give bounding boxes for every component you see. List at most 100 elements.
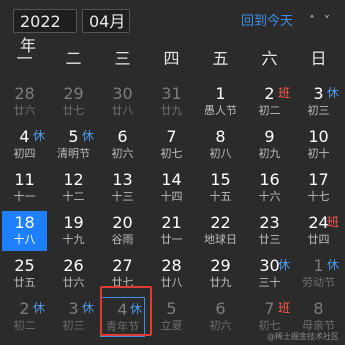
lunar-or-festival-label: 初三	[307, 104, 330, 117]
day-cell[interactable]: 16 十六	[247, 168, 292, 208]
day-cell[interactable]: 20 谷雨	[100, 211, 145, 251]
day-cell[interactable]: 1 愚人节	[198, 82, 243, 122]
lunar-or-festival-label: 十五	[209, 190, 232, 203]
annotation-highlight-box	[100, 286, 152, 336]
day-cell[interactable]: 30 三十休	[247, 254, 292, 294]
day-number: 14	[161, 170, 182, 189]
lunar-or-festival-label: 初六	[111, 147, 134, 160]
lunar-or-festival-label: 谷雨	[111, 233, 134, 246]
day-cell[interactable]: 15 十五	[198, 168, 243, 208]
chevron-up-icon[interactable]: ˄	[309, 12, 315, 30]
day-cell[interactable]: 21 廿一	[149, 211, 194, 251]
day-number: 10	[308, 127, 329, 146]
lunar-or-festival-label: 廿四	[307, 233, 330, 246]
day-cell[interactable]: 26 廿六	[51, 254, 96, 294]
lunar-or-festival-label: 初二	[13, 319, 36, 332]
day-cell[interactable]: 4 初四休	[2, 125, 47, 165]
day-cell[interactable]: 3 初三休	[296, 82, 341, 122]
day-cell[interactable]: 22 地球日	[198, 211, 243, 251]
lunar-or-festival-label: 初十	[307, 147, 330, 160]
day-cell[interactable]: 5 清明节休	[51, 125, 96, 165]
day-cell[interactable]: 5 立夏	[149, 297, 194, 337]
workday-badge: 班	[326, 215, 339, 229]
day-number: 8	[313, 299, 324, 318]
day-cell[interactable]: 1 劳动节休	[296, 254, 341, 294]
day-number: 29	[63, 84, 84, 103]
day-cell-today[interactable]: 18 十八	[2, 211, 47, 251]
lunar-or-festival-label: 廿一	[160, 233, 183, 246]
day-cell[interactable]: 12 十二	[51, 168, 96, 208]
lunar-or-festival-label: 初八	[209, 147, 232, 160]
day-number: 5	[166, 299, 177, 318]
day-cell[interactable]: 23 廿三	[247, 211, 292, 251]
day-cell[interactable]: 10 初十	[296, 125, 341, 165]
day-cell[interactable]: 30 廿八	[100, 82, 145, 122]
lunar-or-festival-label: 愚人节	[204, 104, 237, 117]
lunar-or-festival-label: 初九	[258, 147, 281, 160]
holiday-badge: 休	[326, 258, 339, 272]
lunar-or-festival-label: 廿三	[258, 233, 281, 246]
lunar-or-festival-label: 十三	[111, 190, 134, 203]
day-cell[interactable]: 2 初二休	[2, 297, 47, 337]
day-number: 6	[117, 127, 128, 146]
weekday-header: 一二三四五六日	[0, 42, 345, 76]
day-cell[interactable]: 17 十七	[296, 168, 341, 208]
lunar-or-festival-label: 十四	[160, 190, 183, 203]
day-cell[interactable]: 14 十四	[149, 168, 194, 208]
weekday-label: 二	[65, 49, 82, 68]
lunar-or-festival-label: 十六	[258, 190, 281, 203]
lunar-or-festival-label: 劳动节	[302, 276, 335, 289]
holiday-badge: 休	[32, 301, 45, 315]
day-number: 7	[166, 127, 177, 146]
day-number: 20	[112, 213, 133, 232]
day-number: 21	[161, 213, 182, 232]
day-cell[interactable]: 29 廿九	[198, 254, 243, 294]
lunar-or-festival-label: 清明节	[57, 147, 90, 160]
day-cell[interactable]: 11 十一	[2, 168, 47, 208]
day-number: 8	[215, 127, 226, 146]
day-cell[interactable]: 24 廿四班	[296, 211, 341, 251]
calendar-grid: 28 廿六 29 廿七 30 廿八 31 廿九 1 愚人节 2 初二班 3 初三休 4 初四休 5 清明节休 6 初六…	[0, 82, 345, 340]
workday-badge: 班	[277, 301, 290, 315]
lunar-or-festival-label: 廿六	[62, 276, 85, 289]
day-cell[interactable]: 13 十三	[100, 168, 145, 208]
day-number: 16	[259, 170, 280, 189]
day-cell[interactable]: 8 初八	[198, 125, 243, 165]
workday-badge: 班	[277, 86, 290, 100]
day-cell[interactable]: 6 初六	[198, 297, 243, 337]
weekday-label: 六	[261, 49, 278, 68]
chevron-down-icon[interactable]: ˅	[324, 12, 330, 30]
day-number: 13	[112, 170, 133, 189]
day-cell[interactable]: 3 初三休	[51, 297, 96, 337]
lunar-or-festival-label: 十二	[62, 190, 85, 203]
day-number: 28	[161, 256, 182, 275]
month-select[interactable]: 04月	[82, 9, 130, 33]
day-number: 26	[63, 256, 84, 275]
day-cell[interactable]: 2 初二班	[247, 82, 292, 122]
year-select[interactable]: 2022年	[13, 9, 77, 55]
back-to-today-button[interactable]: 回到今天	[241, 13, 293, 31]
day-cell[interactable]: 6 初六	[100, 125, 145, 165]
day-number: 18	[14, 213, 35, 232]
day-cell[interactable]: 28 廿六	[2, 82, 47, 122]
day-number: 22	[210, 213, 231, 232]
day-cell[interactable]: 9 初九	[247, 125, 292, 165]
holiday-badge: 休	[32, 129, 45, 143]
day-cell[interactable]: 28 廿八	[149, 254, 194, 294]
holiday-badge: 休	[81, 129, 94, 143]
lunar-or-festival-label: 初七	[160, 147, 183, 160]
weekday-label: 一	[16, 49, 33, 68]
day-cell[interactable]: 19 十九	[51, 211, 96, 251]
day-cell[interactable]: 25 廿五	[2, 254, 47, 294]
watermark: @稀土掘金技术社区	[267, 332, 339, 341]
holiday-badge: 休	[81, 301, 94, 315]
day-cell[interactable]: 7 初七	[149, 125, 194, 165]
lunar-or-festival-label: 廿九	[209, 276, 232, 289]
lunar-or-festival-label: 初四	[13, 147, 36, 160]
day-cell[interactable]: 31 廿九	[149, 82, 194, 122]
day-cell[interactable]: 29 廿七	[51, 82, 96, 122]
lunar-or-festival-label: 廿九	[160, 104, 183, 117]
day-number: 19	[63, 213, 84, 232]
weekday-label: 日	[310, 49, 327, 68]
weekday-label: 五	[212, 49, 229, 68]
